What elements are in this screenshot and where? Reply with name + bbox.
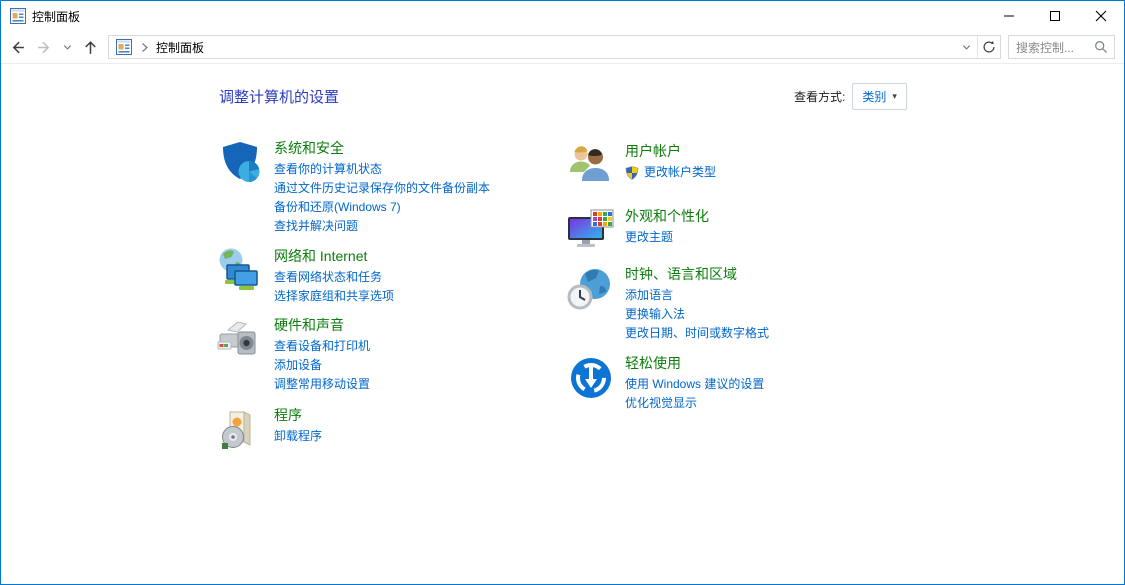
navigation-bar: 控制面板 搜索控制... — [1, 31, 1124, 64]
close-button[interactable] — [1078, 1, 1124, 31]
titlebar: 控制面板 — [1, 1, 1124, 31]
breadcrumb-control-panel[interactable]: 控制面板 — [156, 39, 204, 56]
address-bar[interactable]: 控制面板 — [108, 35, 1001, 59]
link-find-fix-problems[interactable]: 查找并解决问题 — [274, 217, 490, 236]
content-area: 调整计算机的设置 查看方式: 类别 ▾ 系统和安全 查看你的计算机状态 通过文件… — [1, 64, 1124, 584]
category-programs: 程序 卸载程序 — [216, 406, 561, 454]
control-panel-small-icon — [116, 39, 132, 55]
category-hardware-sound: 硬件和声音 查看设备和打印机 添加设备 调整常用移动设置 — [216, 316, 561, 394]
link-homegroup-sharing[interactable]: 选择家庭组和共享选项 — [274, 287, 394, 306]
address-dropdown-button[interactable] — [955, 36, 977, 58]
two-users-icon[interactable] — [567, 142, 615, 190]
chevron-down-icon — [63, 44, 72, 50]
view-by-label: 查看方式: — [794, 90, 846, 104]
back-arrow-icon — [12, 41, 24, 53]
refresh-button[interactable] — [978, 36, 1000, 58]
network-internet-title[interactable]: 网络和 Internet — [274, 247, 394, 266]
category-body: 用户帐户 更改帐户类型 — [625, 142, 716, 182]
control-panel-window: 控制面板 控制面板 搜索控制... 调整计算机的设置 查看方式: 类别 ▾ 系统… — [0, 0, 1125, 585]
category-links: 添加语言 更换输入法 更改日期、时间或数字格式 — [625, 286, 769, 343]
link-change-account-type[interactable]: 更改帐户类型 — [625, 163, 716, 182]
category-links: 更改帐户类型 — [625, 163, 716, 182]
user-accounts-title[interactable]: 用户帐户 — [625, 142, 716, 161]
up-button[interactable] — [77, 34, 104, 60]
hardware-sound-title[interactable]: 硬件和声音 — [274, 316, 370, 335]
monitor-palette-icon[interactable] — [567, 207, 615, 255]
link-change-date-time-formats[interactable]: 更改日期、时间或数字格式 — [625, 324, 769, 343]
globe-monitors-icon[interactable] — [216, 247, 264, 295]
shield-pie-icon[interactable] — [216, 139, 264, 187]
category-body: 硬件和声音 查看设备和打印机 添加设备 调整常用移动设置 — [274, 316, 370, 394]
category-network-internet: 网络和 Internet 查看网络状态和任务 选择家庭组和共享选项 — [216, 247, 561, 306]
category-links: 查看设备和打印机 添加设备 调整常用移动设置 — [274, 337, 370, 394]
link-backup-restore-win7[interactable]: 备份和还原(Windows 7) — [274, 198, 490, 217]
ease-of-access-icon[interactable] — [567, 354, 615, 402]
maximize-icon — [1050, 11, 1060, 21]
back-button[interactable] — [4, 34, 31, 60]
window-title: 控制面板 — [32, 9, 81, 24]
link-file-history-backup[interactable]: 通过文件历史记录保存你的文件备份副本 — [274, 179, 490, 198]
link-view-network-status[interactable]: 查看网络状态和任务 — [274, 268, 394, 287]
control-panel-icon — [10, 8, 26, 24]
maximize-button[interactable] — [1032, 1, 1078, 31]
category-body: 系统和安全 查看你的计算机状态 通过文件历史记录保存你的文件备份副本 备份和还原… — [274, 139, 490, 236]
category-ease-of-access: 轻松使用 使用 Windows 建议的设置 优化视觉显示 — [567, 354, 912, 413]
category-system-security: 系统和安全 查看你的计算机状态 通过文件历史记录保存你的文件备份副本 备份和还原… — [216, 139, 561, 236]
caret-down-icon: ▾ — [892, 91, 897, 101]
link-change-input-method[interactable]: 更换输入法 — [625, 305, 769, 324]
link-optimize-visual-display[interactable]: 优化视觉显示 — [625, 394, 764, 413]
recent-pages-button[interactable] — [58, 34, 77, 60]
left-column: 系统和安全 查看你的计算机状态 通过文件历史记录保存你的文件备份副本 备份和还原… — [216, 139, 561, 454]
forward-button[interactable] — [31, 34, 58, 60]
category-body: 轻松使用 使用 Windows 建议的设置 优化视觉显示 — [625, 354, 764, 413]
minimize-icon — [1004, 15, 1014, 17]
link-view-computer-status[interactable]: 查看你的计算机状态 — [274, 160, 490, 179]
refresh-icon — [983, 40, 995, 53]
link-uninstall-program[interactable]: 卸载程序 — [274, 427, 322, 446]
category-user-accounts: 用户帐户 更改帐户类型 — [567, 142, 912, 190]
minimize-button[interactable] — [986, 1, 1032, 31]
category-body: 时钟、语言和区域 添加语言 更换输入法 更改日期、时间或数字格式 — [625, 265, 769, 343]
category-clock-language-region: 时钟、语言和区域 添加语言 更换输入法 更改日期、时间或数字格式 — [567, 265, 912, 343]
globe-clock-icon[interactable] — [567, 265, 615, 313]
category-body: 外观和个性化 更改主题 — [625, 207, 709, 247]
system-security-title[interactable]: 系统和安全 — [274, 139, 490, 158]
uac-shield-icon — [625, 165, 639, 180]
page-title: 调整计算机的设置 — [219, 89, 340, 106]
window-controls — [986, 1, 1124, 31]
printer-speaker-icon[interactable] — [216, 316, 264, 364]
clock-language-region-title[interactable]: 时钟、语言和区域 — [625, 265, 769, 284]
right-column: 用户帐户 更改帐户类型 外观和个性化 更改主题 时钟、语言和区域 添加语言 更换… — [567, 142, 912, 413]
link-add-language[interactable]: 添加语言 — [625, 286, 769, 305]
category-body: 程序 卸载程序 — [274, 406, 322, 446]
link-mobility-settings[interactable]: 调整常用移动设置 — [274, 375, 370, 394]
category-appearance-personalization: 外观和个性化 更改主题 — [567, 207, 912, 255]
link-windows-suggested-settings[interactable]: 使用 Windows 建议的设置 — [625, 375, 764, 394]
category-links: 查看网络状态和任务 选择家庭组和共享选项 — [274, 268, 394, 306]
forward-arrow-icon — [38, 41, 50, 53]
category-links: 更改主题 — [625, 228, 709, 247]
category-links: 查看你的计算机状态 通过文件历史记录保存你的文件备份副本 备份和还原(Windo… — [274, 160, 490, 236]
software-box-cd-icon[interactable] — [216, 406, 264, 454]
search-icon[interactable] — [1094, 40, 1108, 54]
breadcrumb-chevron-icon — [141, 42, 149, 53]
ease-of-access-title[interactable]: 轻松使用 — [625, 354, 764, 373]
link-change-account-type-label: 更改帐户类型 — [644, 165, 717, 179]
category-links: 使用 Windows 建议的设置 优化视觉显示 — [625, 375, 764, 413]
category-links: 卸载程序 — [274, 427, 322, 446]
view-by-value: 类别 — [862, 90, 887, 104]
chevron-down-icon — [962, 44, 970, 50]
programs-title[interactable]: 程序 — [274, 406, 322, 425]
appearance-title[interactable]: 外观和个性化 — [625, 207, 709, 226]
view-by-control: 查看方式: 类别 ▾ — [794, 83, 907, 110]
up-arrow-icon — [85, 40, 96, 54]
view-by-dropdown[interactable]: 类别 ▾ — [852, 83, 907, 110]
category-body: 网络和 Internet 查看网络状态和任务 选择家庭组和共享选项 — [274, 247, 394, 306]
link-change-theme[interactable]: 更改主题 — [625, 228, 709, 247]
link-add-device[interactable]: 添加设备 — [274, 356, 370, 375]
search-placeholder: 搜索控制... — [1016, 40, 1075, 55]
search-input[interactable]: 搜索控制... — [1008, 35, 1115, 59]
link-devices-printers[interactable]: 查看设备和打印机 — [274, 337, 370, 356]
close-icon — [1095, 10, 1107, 22]
